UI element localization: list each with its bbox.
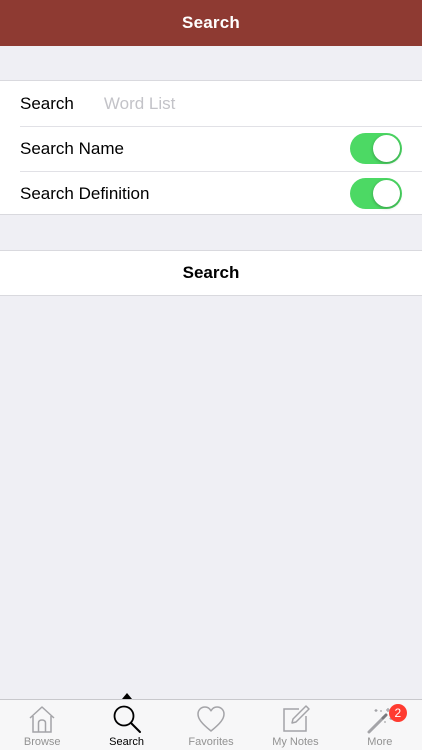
navigation-bar: Search bbox=[0, 0, 422, 46]
tab-favorites[interactable]: Favorites bbox=[169, 700, 253, 750]
tab-search[interactable]: Search bbox=[84, 693, 168, 750]
search-definition-row: Search Definition bbox=[0, 171, 422, 216]
search-name-row: Search Name bbox=[0, 126, 422, 171]
tab-label: More bbox=[367, 736, 393, 748]
tab-label: Search bbox=[109, 736, 145, 748]
search-button-label: Search bbox=[182, 263, 240, 282]
tab-my-notes[interactable]: My Notes bbox=[253, 700, 337, 750]
magnifier-icon bbox=[113, 705, 141, 733]
tab-browse[interactable]: Browse bbox=[0, 700, 84, 750]
heart-icon bbox=[197, 706, 225, 732]
tab-label: Favorites bbox=[188, 736, 234, 748]
search-name-label: Search Name bbox=[20, 138, 124, 158]
search-input[interactable] bbox=[103, 93, 364, 114]
tab-label: Browse bbox=[23, 736, 61, 748]
note-pencil-icon bbox=[283, 705, 311, 732]
tab-more[interactable]: 2 More bbox=[338, 700, 422, 750]
search-button[interactable]: Search bbox=[0, 250, 422, 296]
toggle-knob bbox=[373, 180, 400, 207]
search-label: Search bbox=[20, 93, 74, 113]
search-name-toggle[interactable] bbox=[350, 133, 402, 164]
tab-bar: Browse Search Favorites My Notes 2 More bbox=[0, 693, 422, 750]
house-icon bbox=[29, 706, 55, 733]
search-options-group: Search Search Name Search Definition bbox=[0, 80, 422, 215]
toggle-knob bbox=[373, 135, 400, 162]
search-definition-label: Search Definition bbox=[20, 183, 150, 203]
search-definition-toggle[interactable] bbox=[350, 178, 402, 209]
page-title: Search bbox=[182, 13, 240, 32]
notification-badge: 2 bbox=[388, 704, 407, 722]
search-row: Search bbox=[0, 81, 422, 126]
tab-label: My Notes bbox=[272, 736, 319, 748]
active-tab-indicator bbox=[121, 693, 132, 699]
